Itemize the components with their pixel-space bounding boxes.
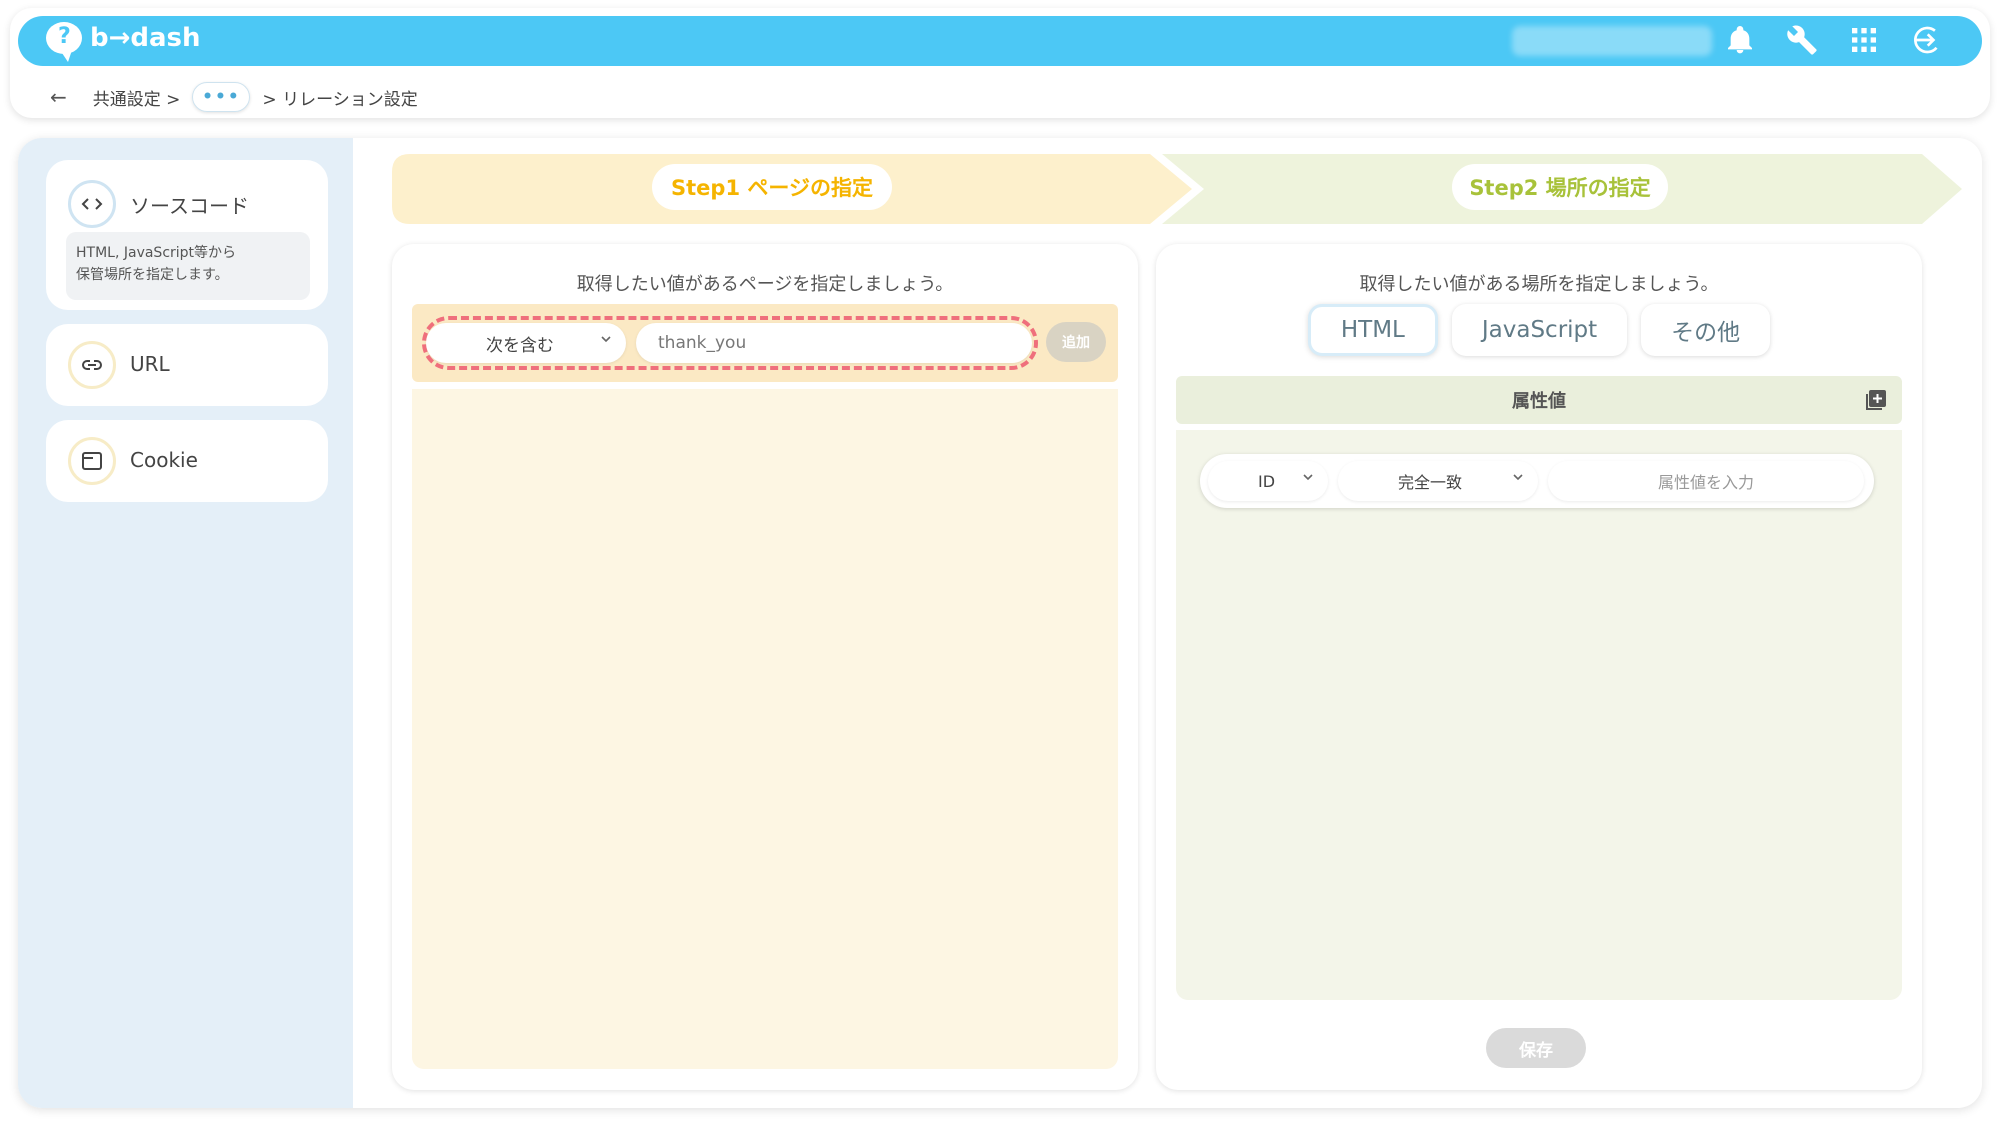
step2-card: 取得したい値がある場所を指定しましょう。 HTML JavaScript その他… xyxy=(1156,244,1922,1090)
tab-other[interactable]: その他 xyxy=(1641,304,1771,356)
attribute-value-input[interactable]: 属性値を入力 xyxy=(1548,461,1864,501)
breadcrumb-current: > リレーション設定 xyxy=(262,89,418,110)
back-arrow-icon[interactable]: ← xyxy=(50,85,67,109)
bell-icon[interactable] xyxy=(1724,24,1756,56)
add-box-icon[interactable] xyxy=(1864,388,1888,412)
description-line-2: 保管場所を指定します。 xyxy=(76,267,229,283)
main-panel: ソースコード HTML, JavaScript等から 保管場所を指定します。 U… xyxy=(18,138,1982,1108)
tab-javascript[interactable]: JavaScript xyxy=(1451,304,1628,356)
sidebar-item-description: HTML, JavaScript等から 保管場所を指定します。 xyxy=(66,232,310,300)
highlight-dashed-outline xyxy=(422,316,1038,370)
step-banner: Step1 ページの指定 Step2 場所の指定 xyxy=(392,154,1962,224)
attribute-value-placeholder: 属性値を入力 xyxy=(1657,473,1754,492)
step1-condition-list xyxy=(412,389,1118,1069)
sidebar-item-cookie[interactable]: Cookie xyxy=(46,420,328,502)
sidebar-item-url[interactable]: URL xyxy=(46,324,328,406)
code-icon xyxy=(68,180,116,228)
step1-pill: Step1 ページの指定 xyxy=(652,164,892,210)
logo-text: b→dash xyxy=(90,23,201,53)
logout-icon[interactable] xyxy=(1910,24,1942,56)
app-logo[interactable]: ? b→dash xyxy=(46,22,201,62)
step2-instruction: 取得したい値がある場所を指定しましょう。 xyxy=(1359,274,1719,295)
chevron-down-icon xyxy=(1303,474,1313,481)
sidebar-item-label: Cookie xyxy=(130,448,198,472)
tab-html[interactable]: HTML xyxy=(1307,304,1438,356)
chevron-down-icon xyxy=(1513,474,1523,481)
attribute-filter-row: ID 完全一致 属性値を入力 xyxy=(1200,454,1874,508)
attribute-match-value: 完全一致 xyxy=(1398,473,1463,492)
sidebar: ソースコード HTML, JavaScript等から 保管場所を指定します。 U… xyxy=(18,138,353,1108)
description-line-1: HTML, JavaScript等から xyxy=(76,245,237,261)
user-info-blurred xyxy=(1512,26,1712,56)
top-bar: ? b→dash xyxy=(18,16,1982,66)
attribute-type-select[interactable]: ID xyxy=(1208,461,1328,501)
step-banner-shape xyxy=(392,154,1962,224)
attribute-type-value: ID xyxy=(1258,471,1276,491)
page-condition-row: 次を含む thank_you 追加 xyxy=(412,304,1118,382)
attribute-section-title: 属性値 xyxy=(1512,391,1566,412)
logo-bubble-icon: ? xyxy=(46,22,82,62)
attribute-section-header: 属性値 xyxy=(1176,376,1902,424)
save-button[interactable]: 保存 xyxy=(1486,1028,1586,1068)
wrench-icon[interactable] xyxy=(1786,24,1818,56)
step1-instruction: 取得したい値があるページを指定しましょう。 xyxy=(576,274,954,295)
sidebar-item-source-code[interactable]: ソースコード HTML, JavaScript等から 保管場所を指定します。 xyxy=(46,160,328,310)
link-icon xyxy=(68,341,116,389)
breadcrumb-common-settings[interactable]: 共通設定 > xyxy=(93,85,181,110)
top-icons xyxy=(1724,24,1942,56)
header-card: ? b→dash ← 共通設定 > ••• > リレーション設定 xyxy=(10,8,1990,118)
sidebar-item-label: URL xyxy=(130,352,170,376)
window-icon xyxy=(68,437,116,485)
source-type-tabs: HTML JavaScript その他 xyxy=(1156,304,1922,356)
attribute-condition-area: ID 完全一致 属性値を入力 xyxy=(1176,430,1902,1000)
add-button[interactable]: 追加 xyxy=(1046,322,1106,362)
step1-card: 取得したい値があるページを指定しましょう。 次を含む thank_you 追加 xyxy=(392,244,1138,1090)
attribute-match-select[interactable]: 完全一致 xyxy=(1338,461,1538,501)
breadcrumb: ← 共通設定 > ••• > リレーション設定 xyxy=(50,82,418,112)
step2-pill: Step2 場所の指定 xyxy=(1452,164,1668,210)
grid-icon[interactable] xyxy=(1848,24,1880,56)
breadcrumb-ellipsis-button[interactable]: ••• xyxy=(192,82,251,112)
sidebar-item-label: ソースコード xyxy=(130,194,249,218)
